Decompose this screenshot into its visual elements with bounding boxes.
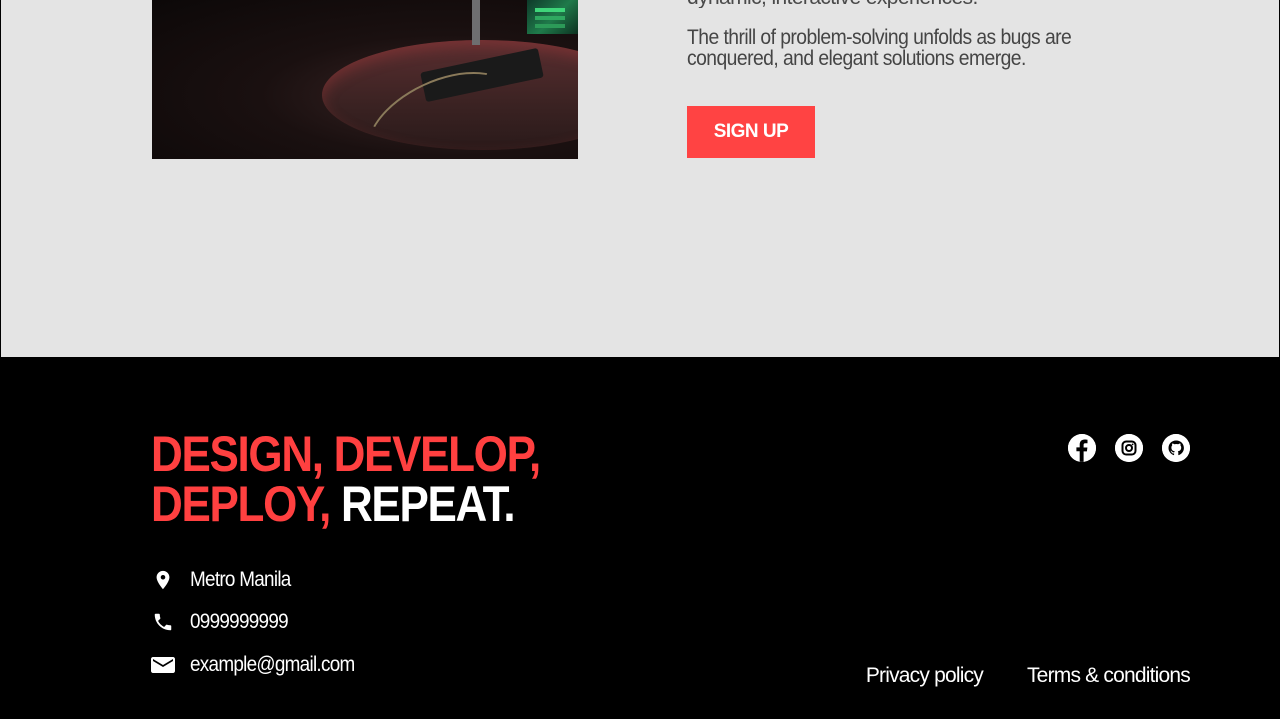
contact-email: example@gmail.com (151, 653, 373, 677)
contact-location: Metro Manila (151, 568, 302, 592)
tagline-line-2-white: REPEAT. (340, 476, 516, 532)
content-section: dynamic, interactive experiences. The th… (1, 0, 1279, 357)
terms-conditions-link[interactable]: Terms & conditions (1027, 664, 1191, 688)
instagram-icon[interactable] (1115, 434, 1143, 462)
workstation-photo (152, 0, 578, 159)
privacy-policy-link[interactable]: Privacy policy (866, 664, 984, 688)
email-text: example@gmail.com (190, 653, 355, 676)
paragraph-cut-off: dynamic, interactive experiences. (687, 0, 1107, 8)
github-icon[interactable] (1162, 434, 1190, 462)
tagline-line-1: DESIGN, DEVELOP, (151, 426, 541, 482)
contact-phone: 0999999999 (151, 610, 299, 634)
footer: DESIGN, DEVELOP, DEPLOY, REPEAT. Metro M… (0, 357, 1280, 719)
phone-icon (151, 610, 175, 634)
mail-icon (151, 653, 175, 677)
sign-up-button[interactable]: SIGN UP (687, 106, 815, 158)
description-paragraph: The thrill of problem-solving unfolds as… (687, 26, 1072, 70)
footer-tagline: DESIGN, DEVELOP, DEPLOY, REPEAT. (151, 426, 541, 532)
facebook-icon[interactable] (1068, 434, 1096, 462)
phone-text: 0999999999 (190, 610, 289, 633)
location-text: Metro Manila (190, 568, 291, 591)
social-links (1068, 434, 1190, 462)
footer-links: Privacy policy Terms & conditions (866, 664, 1191, 688)
location-pin-icon (151, 568, 175, 592)
tagline-line-2-red: DEPLOY, (151, 476, 331, 532)
